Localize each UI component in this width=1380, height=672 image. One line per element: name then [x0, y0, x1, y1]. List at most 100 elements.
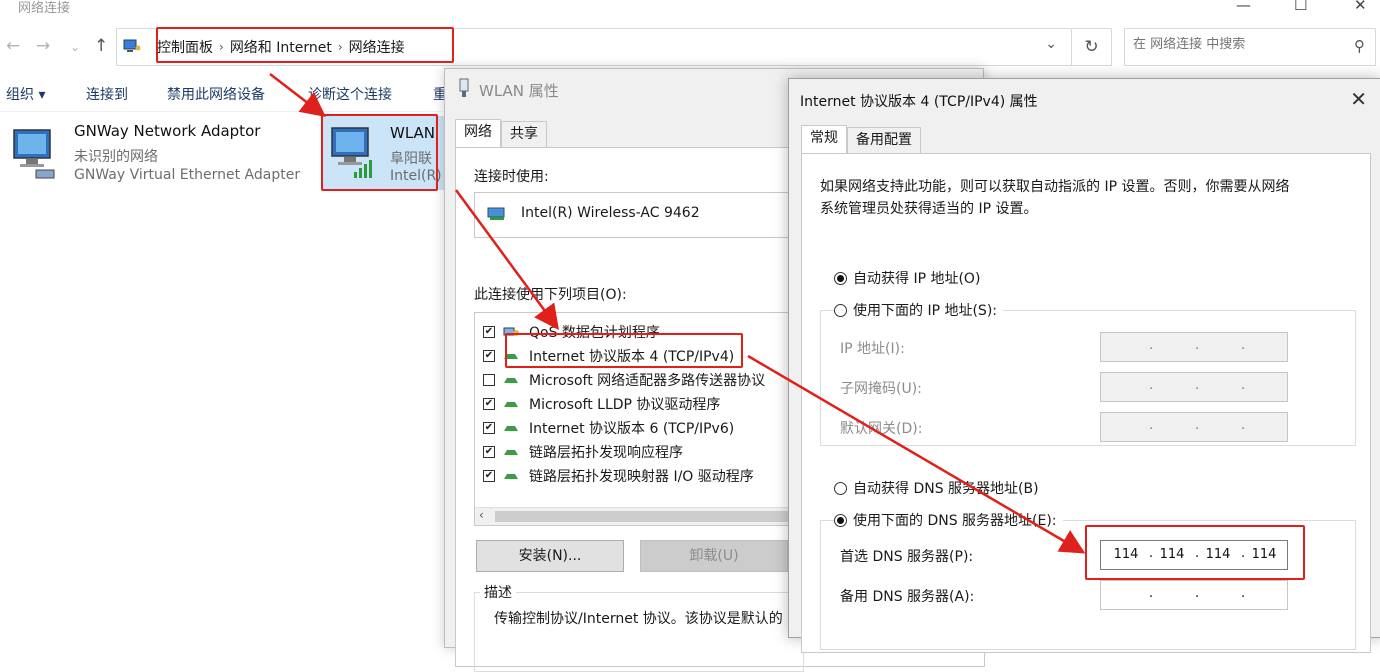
- protocol-icon: [504, 450, 518, 455]
- list-item-ipv6[interactable]: ✔ Internet 协议版本 6 (TCP/IPv6): [483, 417, 734, 439]
- item-label: QoS 数据包计划程序: [529, 325, 660, 341]
- list-item-multiplexor[interactable]: Microsoft 网络适配器多路传送器协议: [483, 369, 765, 391]
- intro-text-line1: 如果网络支持此功能，则可以获取自动指派的 IP 设置。否则，你需要从网络: [820, 179, 1290, 195]
- adapter-wlan[interactable]: WLAN 阜阳联 Intel(R): [322, 116, 446, 190]
- description-title: 描述: [480, 582, 516, 602]
- list-item-ipv4[interactable]: ✔ Internet 协议版本 4 (TCP/IPv4): [483, 345, 734, 367]
- breadcrumb-network-internet[interactable]: 网络和 Internet: [230, 37, 332, 57]
- breadcrumb: 控制面板 › 网络和 Internet › 网络连接: [157, 30, 405, 64]
- chevron-right-icon[interactable]: ›: [219, 40, 224, 54]
- adapter-gnway[interactable]: GNWay Network Adaptor 未识别的网络 GNWay Virtu…: [0, 116, 320, 192]
- minimize-icon[interactable]: —: [1236, 0, 1251, 14]
- back-arrow-icon[interactable]: ←: [6, 36, 20, 56]
- search-box[interactable]: ⚲: [1124, 28, 1376, 66]
- address-row: ← → ⌄ ↑ 控制面板 › 网络和 Internet › 网络连接 ⌄ ↻ ⚲: [0, 24, 1380, 72]
- item-label: 链路层拓扑发现响应程序: [529, 445, 683, 461]
- refresh-icon[interactable]: ↻: [1072, 28, 1112, 66]
- radio-dot[interactable]: [834, 303, 847, 317]
- alternate-dns-field[interactable]: ...: [1100, 580, 1288, 610]
- item-checkbox[interactable]: ✔: [483, 422, 495, 434]
- protocol-icon: [504, 426, 518, 431]
- item-label: Microsoft LLDP 协议驱动程序: [529, 397, 721, 413]
- close-window-icon[interactable]: ✕: [1354, 0, 1367, 14]
- list-item-lltd-responder[interactable]: ✔ 链路层拓扑发现响应程序: [483, 441, 683, 463]
- breadcrumb-network-connections[interactable]: 网络连接: [349, 37, 405, 57]
- connect-to-button[interactable]: 连接到: [86, 84, 128, 104]
- dns-octet-1: 114: [1113, 547, 1139, 562]
- tab-general[interactable]: 常规: [801, 125, 847, 153]
- dns-octet-4: 114: [1251, 547, 1277, 562]
- diagnose-button[interactable]: 诊断这个连接: [308, 84, 392, 104]
- device-name: Intel(R) Wireless-AC 9462: [521, 205, 700, 221]
- description-text: 传输控制协议/Internet 协议。该协议是默认的: [494, 611, 783, 627]
- control-panel-icon: [123, 39, 141, 52]
- item-label: Internet 协议版本 6 (TCP/IPv6): [529, 421, 735, 437]
- disable-device-button[interactable]: 禁用此网络设备: [167, 84, 265, 104]
- network-adapter-icon: [459, 78, 469, 97]
- scroll-thumb[interactable]: [495, 511, 795, 522]
- tab-sharing[interactable]: 共享: [501, 121, 547, 147]
- radio-dot[interactable]: [834, 271, 847, 285]
- search-input[interactable]: [1133, 37, 1343, 52]
- auto-ip-label: 自动获得 IP 地址(O): [853, 271, 981, 287]
- protocol-icon: [504, 474, 518, 479]
- auto-dns-radio[interactable]: 自动获得 DNS 服务器地址(B): [834, 478, 1039, 498]
- manual-dns-radio[interactable]: 使用下面的 DNS 服务器地址(E):: [834, 510, 1063, 530]
- maximize-icon[interactable]: ☐: [1294, 0, 1307, 14]
- ipv4-tabs: 常规 备用配置: [801, 125, 921, 153]
- preferred-dns-field[interactable]: 114 . 114 . 114 . 114: [1100, 540, 1288, 570]
- dialog-title: WLAN 属性: [479, 82, 559, 100]
- list-item-lltd-mapper[interactable]: ✔ 链路层拓扑发现映射器 I/O 驱动程序: [483, 465, 754, 487]
- item-checkbox[interactable]: ✔: [483, 350, 495, 362]
- window-title: 网络连接: [18, 1, 71, 16]
- auto-ip-radio[interactable]: 自动获得 IP 地址(O): [834, 268, 980, 288]
- manual-dns-label: 使用下面的 DNS 服务器地址(E):: [853, 513, 1057, 529]
- auto-dns-label: 自动获得 DNS 服务器地址(B): [853, 481, 1039, 497]
- item-checkbox[interactable]: ✔: [483, 398, 495, 410]
- ip-address-label: IP 地址(I):: [840, 341, 905, 357]
- item-checkbox[interactable]: ✔: [483, 470, 495, 482]
- adapter-name: WLAN: [390, 124, 436, 142]
- adapter-device: GNWay Virtual Ethernet Adapter: [74, 167, 301, 183]
- tab-network[interactable]: 网络: [455, 119, 501, 147]
- close-icon[interactable]: ✕: [1350, 87, 1367, 111]
- qos-icon: [503, 327, 519, 336]
- organize-menu[interactable]: 组织 ▾: [6, 84, 45, 104]
- ip-address-field[interactable]: ...: [1100, 332, 1288, 362]
- item-label: Internet 协议版本 4 (TCP/IPv4): [529, 349, 735, 365]
- item-checkbox[interactable]: ✔: [483, 446, 495, 458]
- list-item-lldp[interactable]: ✔ Microsoft LLDP 协议驱动程序: [483, 393, 720, 415]
- item-checkbox[interactable]: ✔: [483, 326, 495, 338]
- ipv4-properties-dialog: Internet 协议版本 4 (TCP/IPv4) 属性 ✕ 常规 备用配置 …: [788, 78, 1380, 653]
- protocol-icon: [504, 378, 518, 383]
- subnet-mask-field[interactable]: ...: [1100, 372, 1288, 402]
- up-arrow-icon[interactable]: ↑: [94, 36, 108, 56]
- address-bar[interactable]: 控制面板 › 网络和 Internet › 网络连接 ⌄: [116, 28, 1072, 66]
- item-checkbox[interactable]: [483, 374, 495, 386]
- tab-alternate[interactable]: 备用配置: [847, 127, 921, 153]
- alternate-dns-label: 备用 DNS 服务器(A):: [840, 589, 975, 605]
- uninstall-button[interactable]: 卸载(U): [640, 540, 788, 572]
- radio-dot[interactable]: [834, 481, 847, 495]
- horizontal-scrollbar[interactable]: ‹: [475, 507, 803, 525]
- recent-chevron-icon[interactable]: ⌄: [70, 40, 80, 54]
- protocol-icon: [504, 402, 518, 407]
- forward-arrow-icon[interactable]: →: [36, 36, 50, 56]
- dns-octet-2: 114: [1159, 547, 1185, 562]
- radio-dot[interactable]: [834, 513, 847, 527]
- manual-ip-radio[interactable]: 使用下面的 IP 地址(S):: [834, 300, 1003, 320]
- adapter-name: GNWay Network Adaptor: [74, 122, 261, 140]
- search-icon[interactable]: ⚲: [1354, 37, 1365, 55]
- network-monitor-icon: [13, 129, 55, 179]
- manual-ip-label: 使用下面的 IP 地址(S):: [853, 303, 997, 319]
- address-dropdown-icon[interactable]: ⌄: [1045, 36, 1057, 52]
- gateway-field[interactable]: ...: [1100, 412, 1288, 442]
- scroll-left-icon[interactable]: ‹: [479, 508, 484, 522]
- device-box: Intel(R) Wireless-AC 9462: [474, 192, 804, 238]
- chevron-right-icon[interactable]: ›: [338, 40, 343, 54]
- intro-text-line2: 系统管理员处获得适当的 IP 设置。: [820, 201, 1038, 217]
- install-button[interactable]: 安装(N)...: [476, 540, 624, 572]
- breadcrumb-control-panel[interactable]: 控制面板: [157, 37, 213, 57]
- dialog-title: Internet 协议版本 4 (TCP/IPv4) 属性: [800, 94, 1038, 110]
- list-item-qos[interactable]: ✔ QoS 数据包计划程序: [483, 321, 660, 343]
